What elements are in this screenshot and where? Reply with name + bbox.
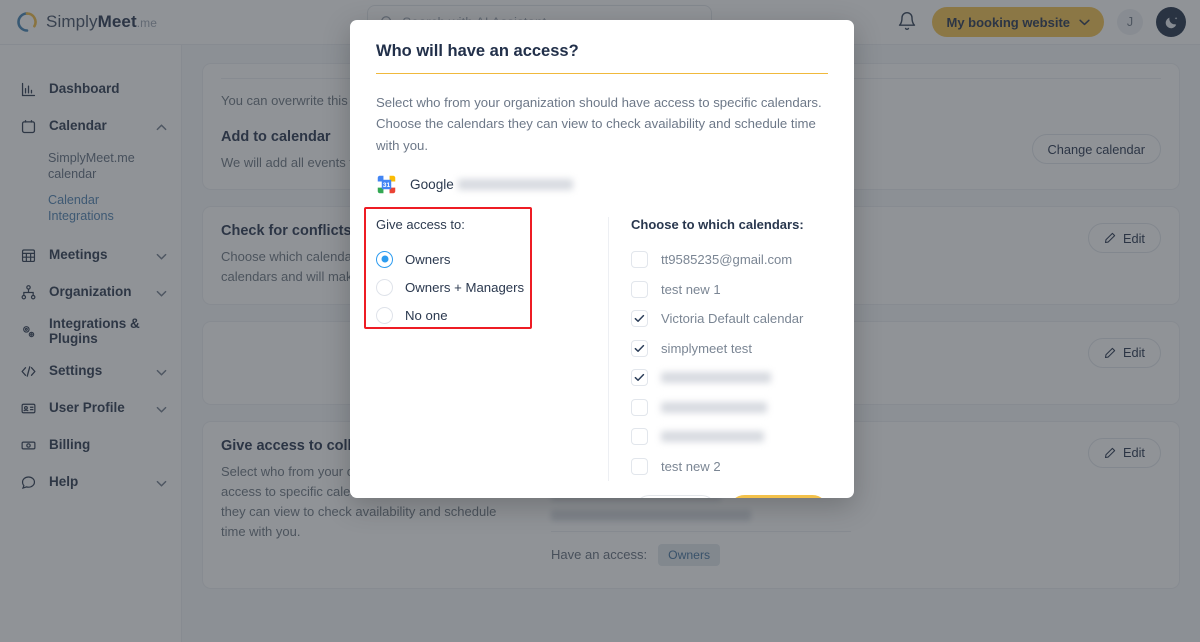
radio-indicator	[376, 306, 393, 324]
give-access-title: Give access to:	[376, 217, 465, 233]
redacted-calendar-label	[661, 372, 771, 384]
modal-footer: Close Update	[350, 481, 854, 498]
calendar-checkbox-row[interactable]: test new 1	[631, 275, 828, 305]
calendar-checkbox-row[interactable]	[631, 422, 828, 452]
checkbox-indicator	[631, 339, 648, 357]
radio-indicator	[376, 250, 393, 268]
calendar-checkbox-row[interactable]: tt9585235@gmail.com	[631, 245, 828, 275]
calendar-label: test new 1	[661, 281, 721, 297]
give-access-column: Give access to: Owners Owners + Managers…	[364, 207, 608, 481]
account-name: Google	[410, 177, 573, 192]
calendar-checkbox-row[interactable]: simplymeet test	[631, 334, 828, 364]
radio-option-owners[interactable]: Owners	[376, 245, 608, 273]
radio-option-no-one[interactable]: No one	[376, 301, 608, 329]
update-button[interactable]: Update	[729, 495, 828, 498]
calendar-checkbox-row[interactable]: Victoria Default calendar	[631, 304, 828, 334]
checkbox-indicator	[631, 369, 648, 387]
redacted-account-email	[457, 179, 573, 191]
close-button[interactable]: Close	[633, 495, 718, 498]
calendar-label: simplymeet test	[661, 340, 752, 356]
checkbox-indicator	[631, 251, 648, 269]
checkbox-indicator	[631, 428, 648, 446]
checkbox-indicator	[631, 310, 648, 328]
radio-option-owners-managers[interactable]: Owners + Managers	[376, 273, 608, 301]
radio-label: Owners + Managers	[405, 279, 525, 295]
calendar-label: tt9585235@gmail.com	[661, 252, 793, 268]
calendar-checkbox-row[interactable]	[631, 393, 828, 423]
modal-title: Who will have an access?	[376, 42, 579, 60]
radio-label: No one	[405, 307, 448, 323]
choose-calendars-column: Choose to which calendars: tt9585235@gma…	[608, 217, 828, 482]
modal-columns: Give access to: Owners Owners + Managers…	[364, 207, 828, 482]
choose-calendars-title: Choose to which calendars:	[631, 217, 804, 233]
redacted-calendar-label	[661, 401, 767, 413]
who-will-have-access-modal: Who will have an access? Select who from…	[350, 20, 854, 498]
checkbox-indicator	[631, 457, 648, 475]
account-provider-label: Google	[410, 177, 454, 193]
calendar-label: Victoria Default calendar	[661, 311, 804, 327]
app-root: SimplyMeet.me Search with AI Assistant	[0, 0, 1200, 642]
radio-label: Owners	[405, 251, 451, 267]
calendar-label: test new 2	[661, 458, 721, 474]
checkbox-indicator	[631, 280, 648, 298]
title-underline	[376, 73, 828, 74]
checkbox-indicator	[631, 398, 648, 416]
svg-text:31: 31	[383, 182, 391, 189]
calendar-checkbox-row[interactable]	[631, 363, 828, 393]
modal-body: Who will have an access? Select who from…	[350, 20, 854, 482]
google-calendar-icon: 31	[377, 175, 396, 194]
modal-description: Select who from your organization should…	[376, 95, 822, 153]
redacted-calendar-label	[661, 431, 764, 443]
radio-indicator	[376, 278, 393, 296]
connected-account-row: 31 Google	[376, 174, 828, 195]
calendar-checkbox-row[interactable]: test new 2	[631, 452, 828, 482]
